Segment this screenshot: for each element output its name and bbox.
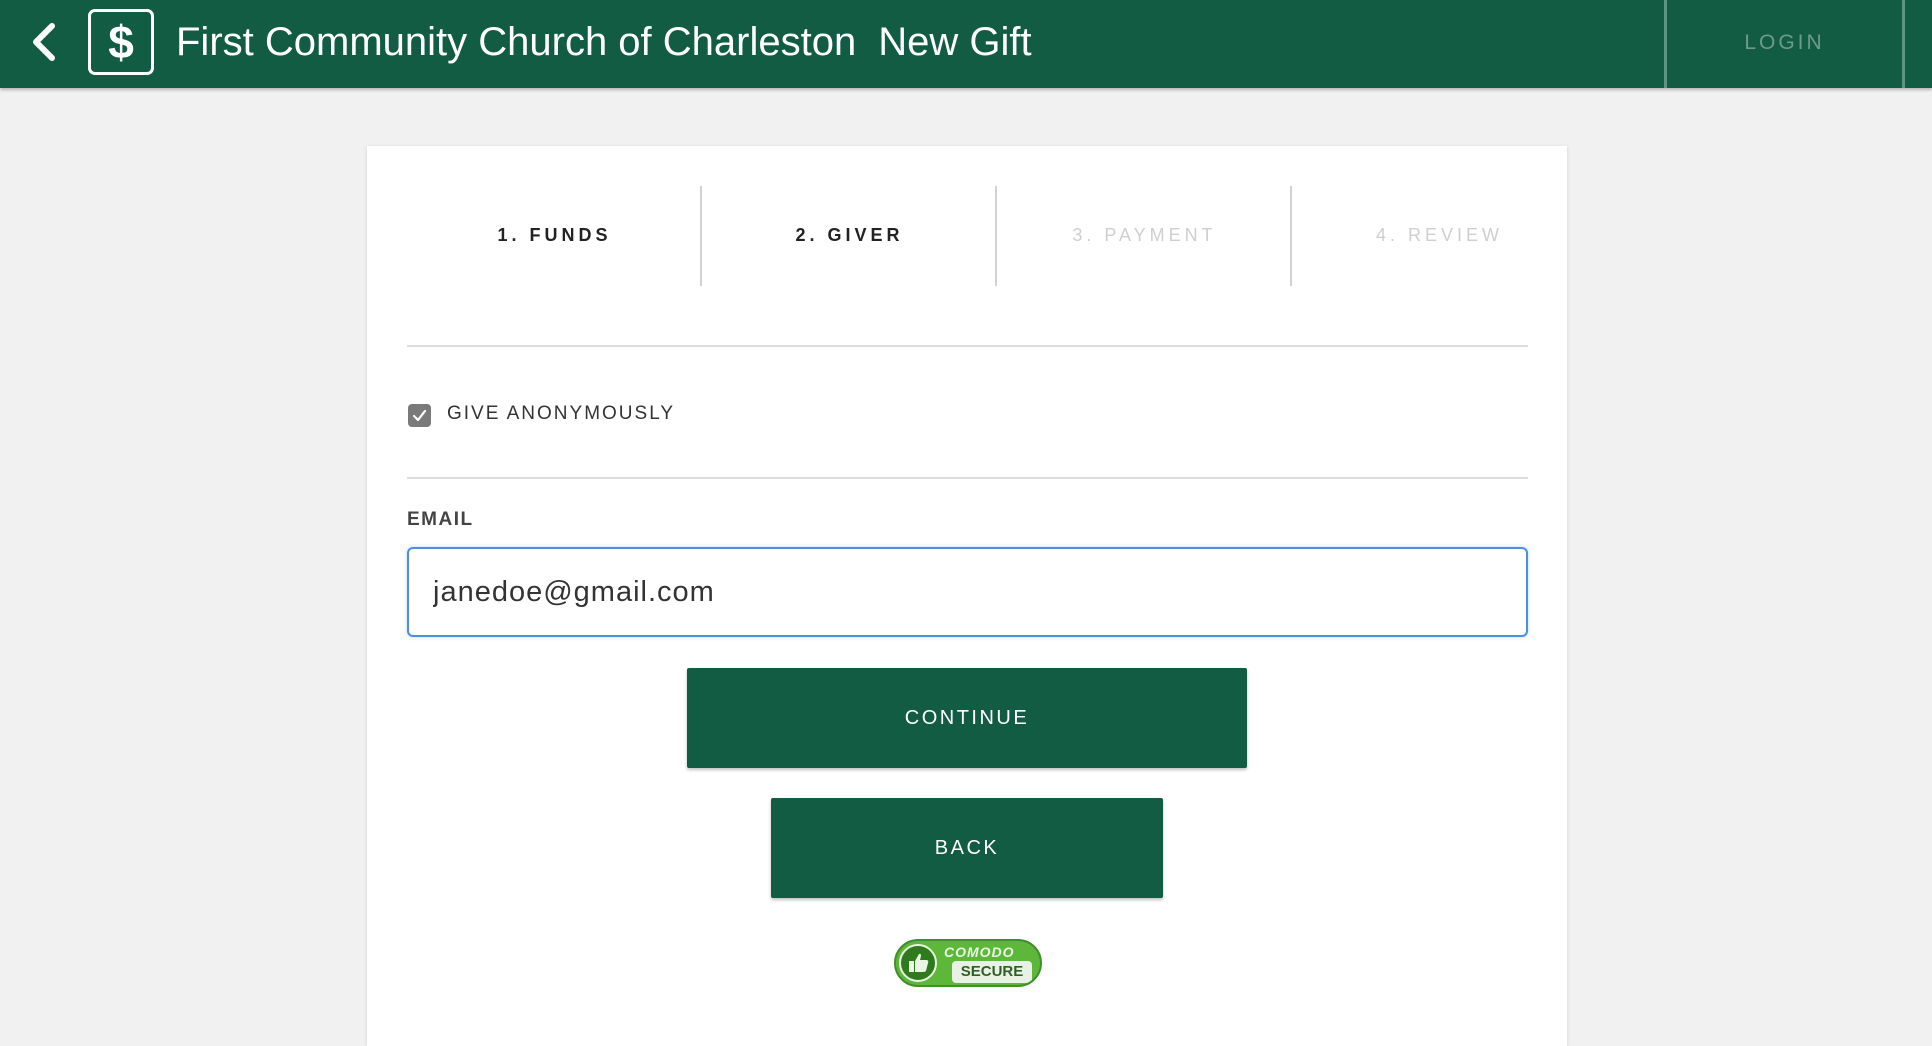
step-review: 4. REVIEW xyxy=(1375,225,1504,245)
checkmark-icon xyxy=(412,409,427,422)
badge-brand: COMODO xyxy=(944,944,1015,960)
back-button[interactable]: BACK xyxy=(771,798,1163,898)
step-giver[interactable]: 2. GIVER xyxy=(702,186,997,284)
dollar-logo-icon: $ xyxy=(88,9,154,75)
step-indicator: 1. FUNDS 2. GIVER 3. PAYMENT 4. REVIEW xyxy=(407,186,1527,286)
give-anonymously-checkbox[interactable] xyxy=(408,404,431,427)
badge-secure-text: SECURE xyxy=(952,961,1032,983)
email-label: EMAIL xyxy=(407,509,474,530)
comodo-secure-badge: COMODO SECURE xyxy=(894,939,1042,987)
back-arrow-icon[interactable] xyxy=(26,20,62,64)
give-anonymously-label[interactable]: GIVE ANONYMOUSLY xyxy=(447,399,675,429)
org-name: First Community Church of Charleston xyxy=(176,20,857,64)
page-title: First Community Church of Charleston New … xyxy=(176,16,1032,68)
thumbs-up-icon xyxy=(899,944,937,982)
page-heading: New Gift xyxy=(878,20,1032,64)
logo-symbol: $ xyxy=(108,16,134,68)
gift-form-card: 1. FUNDS 2. GIVER 3. PAYMENT 4. REVIEW G… xyxy=(367,146,1567,1046)
section-divider xyxy=(407,345,1528,347)
app-header: $ First Community Church of Charleston Ne… xyxy=(0,0,1932,88)
login-button[interactable]: LOGIN xyxy=(1667,0,1902,88)
step-payment: 3. PAYMENT xyxy=(1072,225,1217,245)
step-funds[interactable]: 1. FUNDS xyxy=(407,186,702,284)
header-divider xyxy=(1902,0,1905,88)
section-divider xyxy=(407,477,1528,479)
continue-button[interactable]: CONTINUE xyxy=(687,668,1247,768)
email-input[interactable] xyxy=(407,547,1528,637)
